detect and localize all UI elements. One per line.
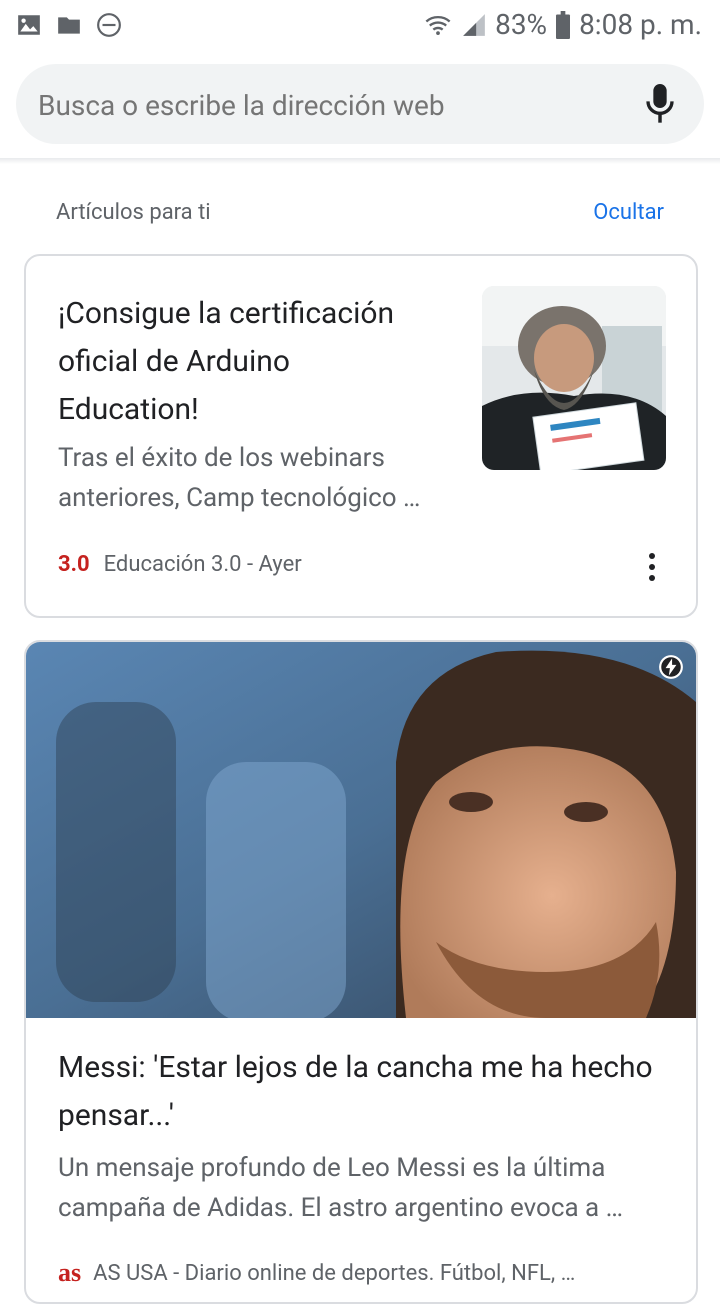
- article-card[interactable]: ¡Consigue la certificación oficial de Ar…: [24, 254, 698, 618]
- divider: [0, 158, 720, 164]
- signal-icon: [463, 13, 485, 36]
- article-source: as AS USA - Diario online de deportes. F…: [58, 1258, 575, 1288]
- more-options-icon[interactable]: [648, 552, 656, 582]
- source-logo: 3.0: [58, 552, 90, 577]
- battery-percent: 83%: [495, 8, 548, 41]
- clock: 8:08 p. m.: [579, 8, 702, 41]
- article-card[interactable]: Messi: 'Estar lejos de la cancha me ha h…: [24, 640, 698, 1304]
- article-image[interactable]: [26, 642, 696, 1018]
- wifi-icon: [425, 15, 451, 35]
- search-input[interactable]: [36, 64, 640, 146]
- section-title: Artículos para ti: [56, 200, 211, 225]
- article-title[interactable]: ¡Consigue la certificación oficial de Ar…: [58, 290, 438, 434]
- status-bar: 83% 8:08 p. m.: [0, 0, 720, 52]
- article-snippet: Tras el éxito de los webinars anteriores…: [58, 443, 421, 513]
- mic-icon[interactable]: [644, 82, 676, 126]
- article-snippet: Un mensaje profundo de Leo Messi es la ú…: [58, 1153, 624, 1223]
- omnibox-area: [0, 52, 720, 158]
- folder-icon: [58, 17, 80, 34]
- dnd-icon: [97, 13, 121, 37]
- amp-lightning-icon: [659, 655, 683, 679]
- article-source: 3.0 Educación 3.0 - Ayer: [58, 552, 302, 577]
- battery-icon: [556, 10, 571, 39]
- article-thumbnail[interactable]: [482, 286, 666, 470]
- source-logo: as: [58, 1258, 82, 1287]
- article-title[interactable]: Messi: 'Estar lejos de la cancha me ha h…: [58, 1044, 658, 1140]
- image-icon: [18, 15, 40, 35]
- hide-button[interactable]: Ocultar: [593, 200, 664, 225]
- search-box[interactable]: [16, 64, 704, 146]
- source-label: AS USA - Diario online de deportes. Fútb…: [93, 1260, 576, 1286]
- source-label: Educación 3.0 - Ayer: [103, 552, 302, 577]
